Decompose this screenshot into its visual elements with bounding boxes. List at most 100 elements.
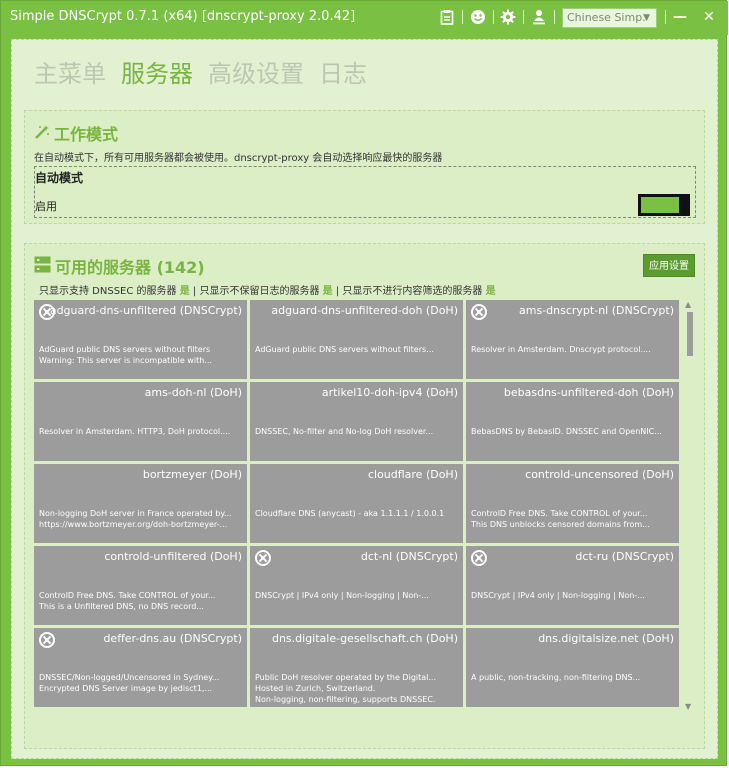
tab-advanced-settings[interactable]: 高级设置: [208, 54, 304, 89]
servers-title-row: 可用的服务器 (142): [34, 254, 205, 278]
title-bar[interactable]: Simple DNSCrypt 0.7.1 (x64) [dnscrypt-pr…: [1, 1, 728, 35]
server-card[interactable]: bortzmeyer (DoH) Non-logging DoH server i…: [34, 464, 247, 543]
server-card[interactable]: ams-doh-nl (DoH) Resolver in Amsterdam. H…: [34, 382, 247, 461]
chevron-down-icon: ▼: [643, 13, 650, 23]
server-name: bebasdns-unfiltered-doh (DoH): [503, 386, 674, 399]
server-description: DNSSEC, No-filter and No-log DoH resolve…: [255, 427, 434, 436]
server-description: BebasDNS by BebasID. DNSSEC and OpenNIC.…: [471, 427, 662, 436]
minimize-icon[interactable]: —: [672, 9, 688, 25]
server-name: ams-dnscrypt-nl (DNSCrypt): [519, 304, 674, 317]
tab-main-menu[interactable]: 主菜单: [34, 54, 106, 89]
filter-nolog-label: 只显示不保留日志的服务器: [199, 286, 320, 297]
server-description: DNSCrypt | IPv4 only | Non-logging | Non…: [471, 591, 645, 600]
server-description: Public DoH resolver operated by the Digi…: [255, 673, 437, 704]
filter-separator: |: [335, 286, 340, 297]
server-name: dct-nl (DNSCrypt): [360, 550, 458, 563]
person-download-icon[interactable]: [531, 9, 547, 25]
filter-nolog-toggle[interactable]: 是: [323, 286, 333, 297]
server-description: AdGuard public DNS servers without filte…: [39, 345, 212, 365]
server-card[interactable]: dns.digitale-gesellschaft.ch (DoH) Public…: [250, 628, 463, 707]
server-card[interactable]: adguard-dns-unfiltered (DNSCrypt) AdGuard…: [34, 300, 247, 379]
server-card[interactable]: adguard-dns-unfiltered-doh (DoH) AdGuard …: [250, 300, 463, 379]
smiley-icon[interactable]: [470, 9, 486, 25]
server-card[interactable]: dct-ru (DNSCrypt) DNSCrypt | IPv4 only | …: [466, 546, 679, 625]
server-name: artikel10-doh-ipv4 (DoH): [321, 386, 458, 399]
auto-mode-toggle[interactable]: [638, 194, 690, 216]
server-grid: adguard-dns-unfiltered (DNSCrypt) AdGuard…: [34, 300, 684, 714]
scroll-thumb[interactable]: [687, 312, 693, 356]
gear-icon[interactable]: [500, 9, 516, 25]
no-log-icon: [255, 550, 271, 566]
server-card[interactable]: cloudflare (DoH) Cloudflare DNS (anycast)…: [250, 464, 463, 543]
server-description: AdGuard public DNS servers without filte…: [255, 345, 434, 354]
close-icon[interactable]: ✕: [701, 9, 717, 25]
server-name: dns.digitalsize.net (DoH): [538, 632, 674, 645]
server-description: A public, non-tracking, non-filtering DN…: [471, 673, 641, 682]
title-separator: [665, 10, 666, 24]
main-panel: 主菜单 服务器 高级设置 日志 工作模式 在自动模式下，所有可用服务器都会被使用…: [11, 39, 718, 759]
server-card[interactable]: artikel10-doh-ipv4 (DoH) DNSSEC, No-filte…: [250, 382, 463, 461]
available-servers-group: 可用的服务器 (142) 应用设置 只显示支持 DNSSEC 的服务器 是 | …: [24, 243, 705, 749]
filter-dnssec-toggle[interactable]: 是: [180, 286, 190, 297]
server-description: ControlD Free DNS. Take CONTROL of your.…: [39, 591, 216, 611]
server-icon: [34, 256, 51, 277]
working-mode-description: 在自动模式下，所有可用服务器都会被使用。dnscrypt-proxy 会自动选择…: [34, 153, 443, 164]
server-name: cloudflare (DoH): [367, 468, 458, 481]
server-description: DNSCrypt | IPv4 only | Non-logging | Non…: [255, 591, 429, 600]
title-separator: [523, 10, 524, 24]
server-card[interactable]: bebasdns-unfiltered-doh (DoH) BebasDNS by…: [466, 382, 679, 461]
filter-nofilter-label: 只显示不进行内容筛选的服务器: [342, 286, 483, 297]
scroll-up-icon[interactable]: ▲: [685, 300, 691, 309]
server-card[interactable]: ams-dnscrypt-nl (DNSCrypt) Resolver in Am…: [466, 300, 679, 379]
apply-settings-button[interactable]: 应用设置: [643, 254, 695, 277]
server-description: Resolver in Amsterdam. Dnscrypt protocol…: [471, 345, 651, 354]
server-description: Cloudflare DNS (anycast) - aka 1.1.1.1 /…: [255, 509, 445, 518]
working-mode-title: 工作模式: [54, 125, 119, 144]
server-name: controld-uncensored (DoH): [525, 468, 674, 481]
server-description: Non-logging DoH server in France operate…: [39, 509, 232, 529]
title-separator: [493, 10, 494, 24]
enable-label: 启用: [35, 200, 57, 213]
no-log-icon: [39, 632, 55, 648]
window-title: Simple DNSCrypt 0.7.1 (x64) [dnscrypt-pr…: [10, 9, 356, 24]
scroll-down-icon[interactable]: ▼: [685, 702, 691, 711]
app-window: Simple DNSCrypt 0.7.1 (x64) [dnscrypt-pr…: [0, 0, 728, 766]
server-name: ams-doh-nl (DoH): [144, 386, 242, 399]
servers-title: 可用的服务器 (142): [55, 258, 205, 277]
auto-mode-label: 自动模式: [35, 171, 84, 185]
server-name: dct-ru (DNSCrypt): [575, 550, 674, 563]
server-card[interactable]: deffer-dns.au (DNSCrypt) DNSSEC/Non-logge…: [34, 628, 247, 707]
server-description: DNSSEC/Non-logged/Uncensored in Sydney..…: [39, 673, 220, 693]
no-log-icon: [471, 550, 487, 566]
server-list-scrollbar[interactable]: ▲ ▼: [685, 300, 695, 714]
server-card[interactable]: dns.digitalsize.net (DoH) A public, non-t…: [466, 628, 679, 707]
server-card[interactable]: controld-unfiltered (DoH) ControlD Free D…: [34, 546, 247, 625]
language-select[interactable]: Chinese Simp. ▼: [562, 8, 657, 28]
server-name: dns.digitale-gesellschaft.ch (DoH): [271, 632, 458, 645]
auto-mode-box: 自动模式 启用: [34, 166, 696, 218]
filter-separator: |: [192, 286, 197, 297]
server-card[interactable]: dct-nl (DNSCrypt) DNSCrypt | IPv4 only | …: [250, 546, 463, 625]
working-mode-group: 工作模式 在自动模式下，所有可用服务器都会被使用。dnscrypt-proxy …: [24, 110, 705, 224]
clipboard-icon[interactable]: [439, 9, 455, 25]
server-name: controld-unfiltered (DoH): [104, 550, 242, 563]
working-mode-title-row: 工作模式: [34, 121, 118, 145]
title-separator: [462, 10, 463, 24]
filter-dnssec-label: 只显示支持 DNSSEC 的服务器: [39, 286, 177, 297]
no-log-icon: [471, 304, 487, 320]
tab-log[interactable]: 日志: [319, 54, 367, 89]
title-separator: [554, 10, 555, 24]
server-name: deffer-dns.au (DNSCrypt): [103, 632, 242, 645]
tab-servers[interactable]: 服务器: [121, 54, 193, 89]
server-card[interactable]: controld-uncensored (DoH) ControlD Free D…: [466, 464, 679, 543]
language-value: Chinese Simp.: [567, 11, 646, 24]
server-description: ControlD Free DNS. Take CONTROL of your.…: [471, 509, 650, 529]
server-name: adguard-dns-unfiltered-doh (DoH): [271, 304, 458, 317]
toggle-fill: [641, 197, 679, 213]
server-name: adguard-dns-unfiltered (DNSCrypt): [49, 304, 242, 317]
magic-wand-icon: [34, 124, 50, 144]
filter-nofilter-toggle[interactable]: 是: [486, 286, 496, 297]
server-description: Resolver in Amsterdam. HTTP3, DoH protoc…: [39, 427, 231, 436]
server-filters: 只显示支持 DNSSEC 的服务器 是 | 只显示不保留日志的服务器 是 | 只…: [39, 282, 496, 297]
server-name: bortzmeyer (DoH): [142, 468, 242, 481]
